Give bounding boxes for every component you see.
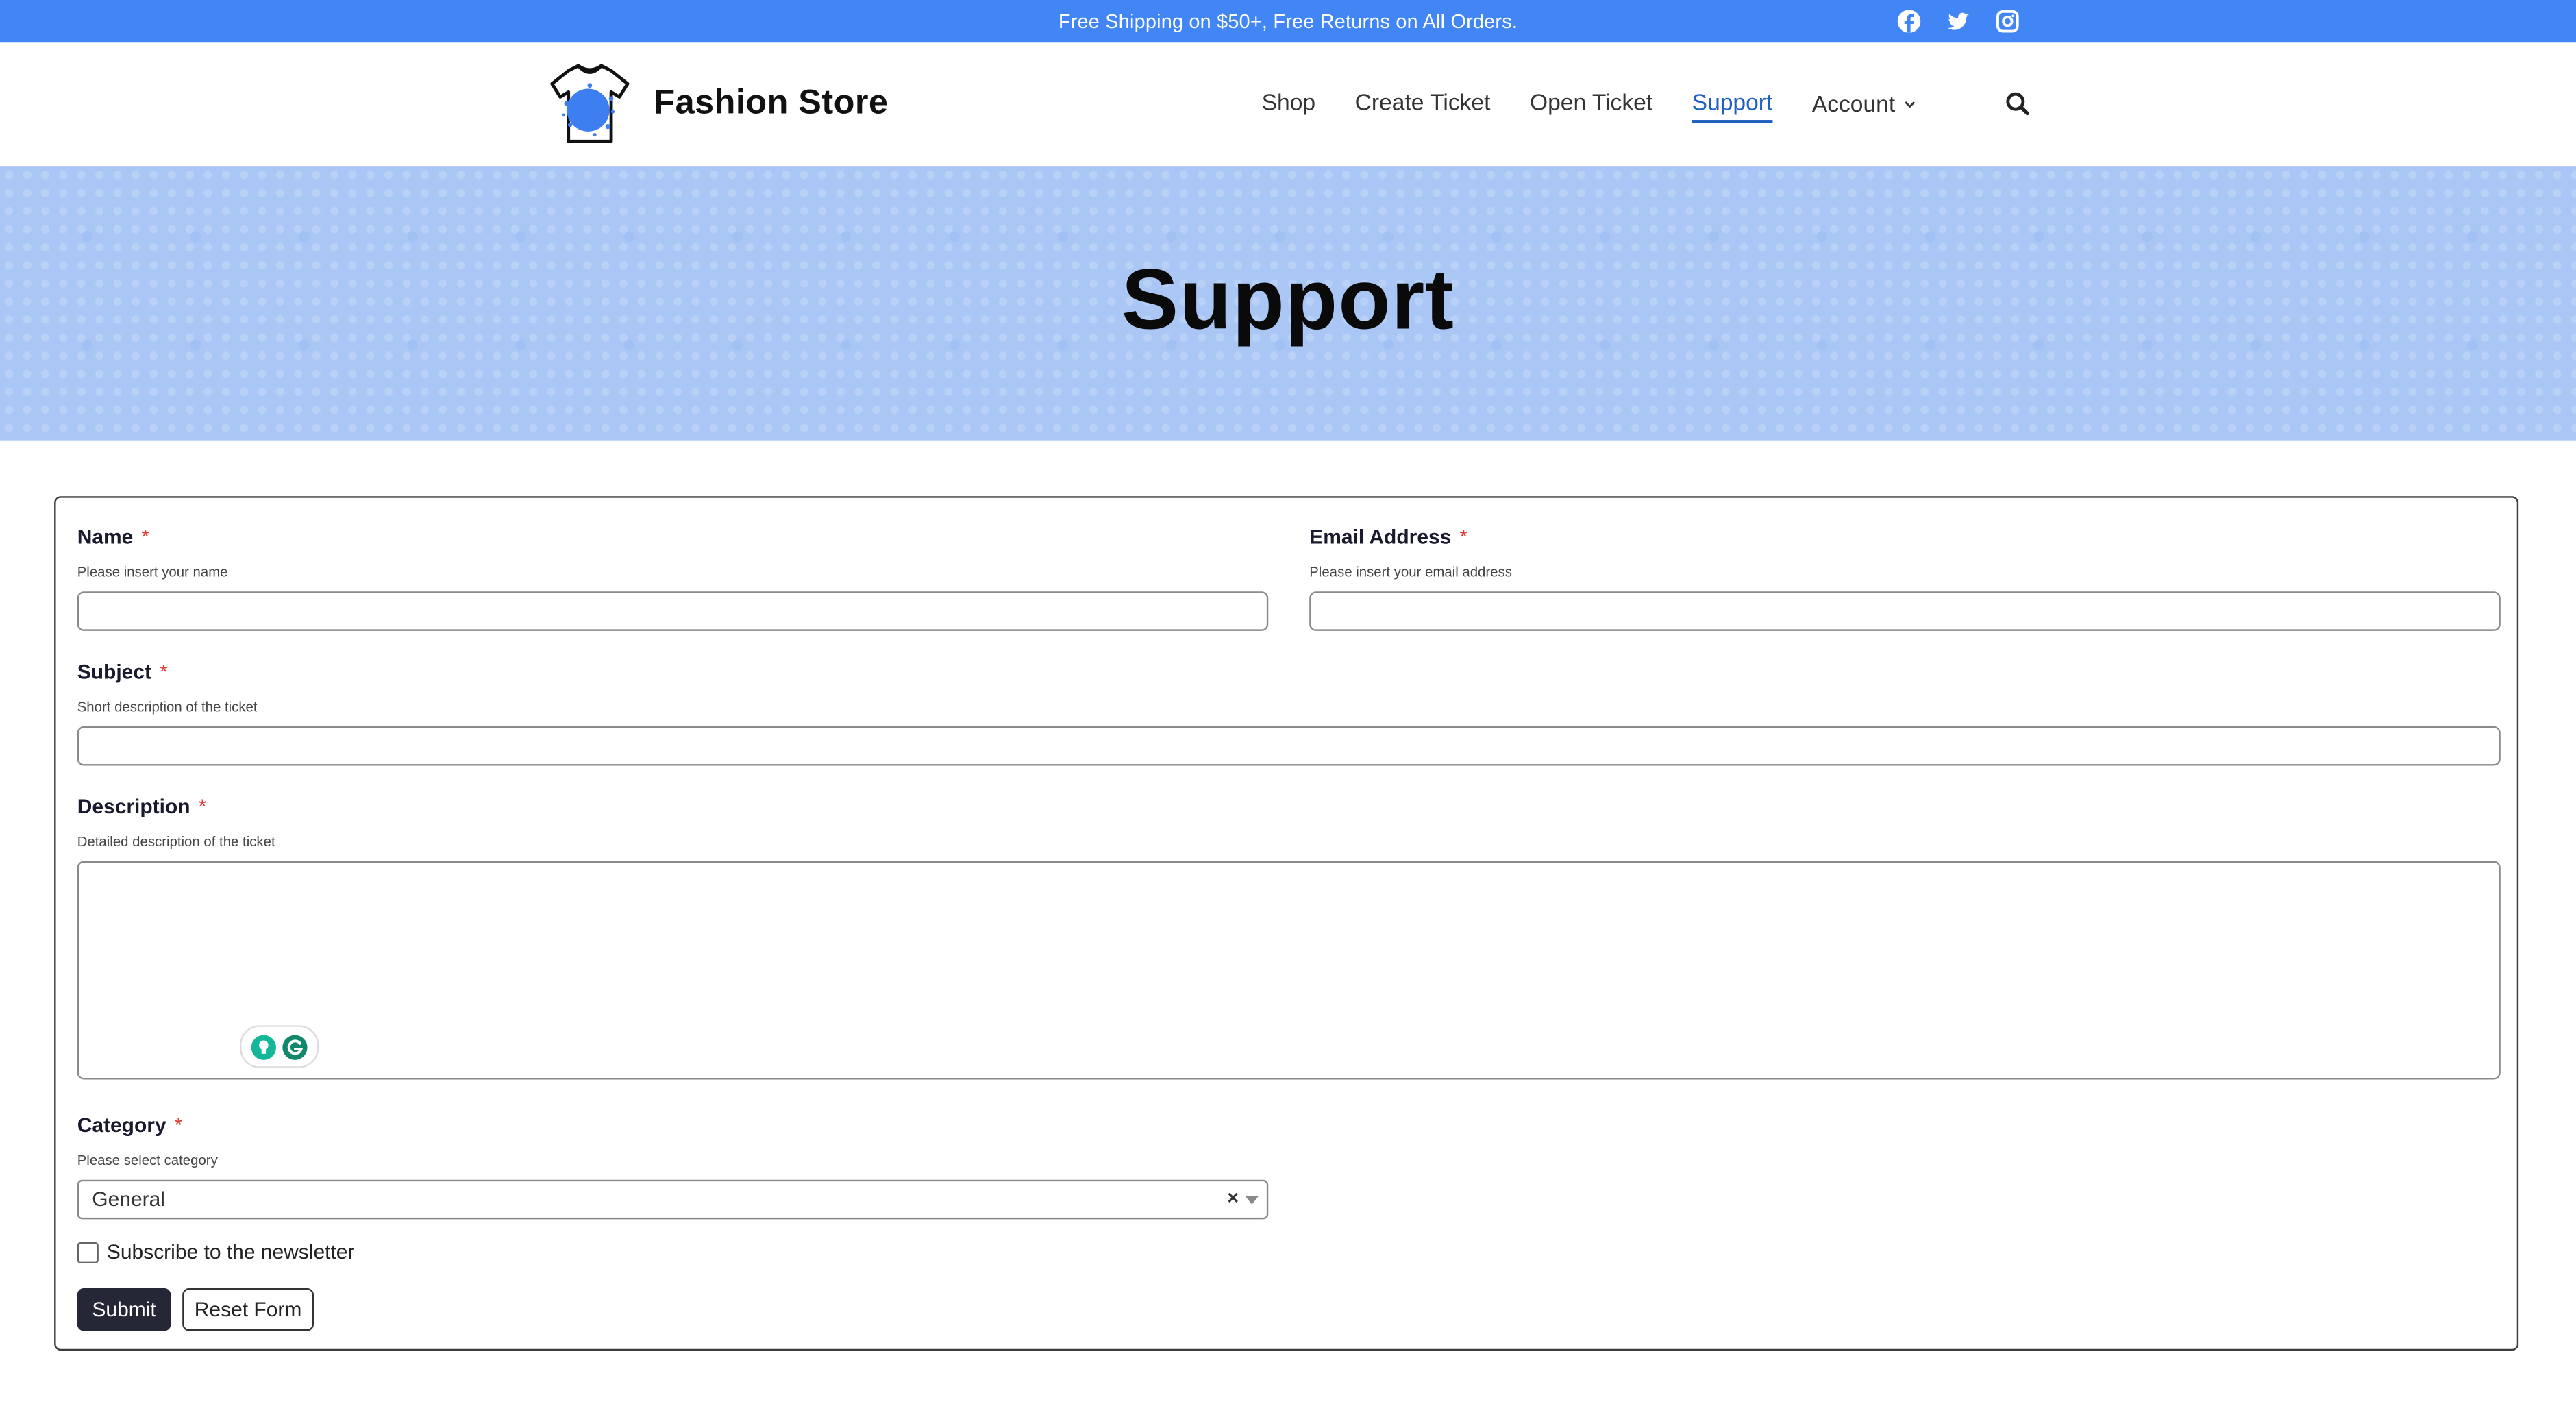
grammarly-widget[interactable] xyxy=(240,1025,319,1068)
tshirt-logo-icon xyxy=(550,64,630,143)
promo-bar: Free Shipping on $50+, Free Returns on A… xyxy=(0,0,2576,43)
instagram-icon[interactable] xyxy=(1994,8,2020,34)
email-input[interactable] xyxy=(1309,591,2501,631)
site-header: Fashion Store Shop Create Ticket Open Ti… xyxy=(0,42,2576,168)
reset-form-button[interactable]: Reset Form xyxy=(182,1288,314,1331)
subject-hint: Short description of the ticket xyxy=(77,698,258,715)
required-marker: * xyxy=(141,526,150,549)
main-nav: Shop Create Ticket Open Ticket Support A… xyxy=(1262,88,1917,123)
description-hint: Detailed description of the ticket xyxy=(77,832,275,850)
page-title: Support xyxy=(1121,253,1455,349)
nav-shop[interactable]: Shop xyxy=(1262,88,1315,123)
required-marker: * xyxy=(1459,526,1468,549)
facebook-icon[interactable] xyxy=(1896,8,1922,34)
description-label: Description * xyxy=(77,796,207,819)
email-label: Email Address * xyxy=(1309,526,1467,549)
name-input[interactable] xyxy=(77,591,1269,631)
chevron-down-icon xyxy=(1904,100,1915,108)
twitter-icon[interactable] xyxy=(1945,8,1971,34)
submit-button[interactable]: Submit xyxy=(77,1288,171,1331)
category-label: Category * xyxy=(77,1114,183,1137)
email-hint: Please insert your email address xyxy=(1309,563,1512,580)
category-hint: Please select category xyxy=(77,1151,218,1168)
required-marker: * xyxy=(159,660,168,684)
description-label-text: Description xyxy=(77,795,190,819)
name-label-text: Name xyxy=(77,526,134,549)
nav-open-ticket[interactable]: Open Ticket xyxy=(1530,88,1652,123)
category-select[interactable]: General × xyxy=(77,1179,1269,1220)
description-textarea[interactable] xyxy=(77,861,2501,1080)
clear-selection-icon[interactable]: × xyxy=(1227,1186,1239,1209)
page-hero: Support xyxy=(0,166,2576,441)
grammarly-icon xyxy=(282,1034,308,1059)
page: Free Shipping on $50+, Free Returns on A… xyxy=(0,0,2576,1405)
category-label-text: Category xyxy=(77,1113,166,1137)
dropdown-arrow-icon[interactable] xyxy=(1245,1196,1259,1205)
newsletter-checkbox[interactable] xyxy=(77,1241,99,1263)
search-icon[interactable] xyxy=(2005,90,2031,116)
required-marker: * xyxy=(198,795,207,819)
newsletter-label: Subscribe to the newsletter xyxy=(106,1240,355,1264)
name-label: Name * xyxy=(77,526,149,549)
subject-input[interactable] xyxy=(77,726,2501,766)
brand-link[interactable]: Fashion Store xyxy=(545,59,888,147)
nav-account[interactable]: Account xyxy=(1812,88,1916,123)
email-label-text: Email Address xyxy=(1309,526,1452,549)
social-links xyxy=(1896,8,2020,34)
category-selected-value: General xyxy=(92,1187,165,1211)
support-form: Name * Please insert your name Email Addr… xyxy=(54,496,2519,1351)
name-hint: Please insert your name xyxy=(77,563,228,580)
required-marker: * xyxy=(174,1113,183,1137)
bulb-icon xyxy=(251,1034,276,1059)
promo-text: Free Shipping on $50+, Free Returns on A… xyxy=(1058,10,1518,33)
newsletter-option[interactable]: Subscribe to the newsletter xyxy=(77,1240,355,1263)
nav-create-ticket[interactable]: Create Ticket xyxy=(1355,88,1491,123)
nav-account-label: Account xyxy=(1811,90,1896,117)
subject-label-text: Subject xyxy=(77,660,151,684)
brand-name: Fashion Store xyxy=(654,84,889,122)
subject-label: Subject * xyxy=(77,661,168,684)
nav-support[interactable]: Support xyxy=(1692,88,1773,123)
